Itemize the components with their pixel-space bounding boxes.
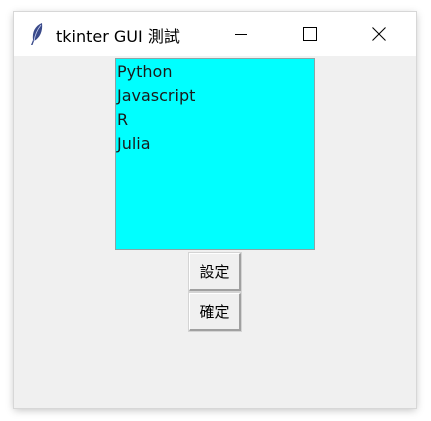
list-item[interactable]: Julia (117, 132, 314, 156)
maximize-button[interactable] (287, 12, 333, 56)
minimize-button[interactable] (218, 12, 264, 56)
minimize-icon (235, 34, 247, 35)
feather-icon (28, 22, 46, 46)
close-button[interactable] (356, 12, 402, 56)
maximize-icon (303, 27, 317, 41)
language-listbox[interactable]: Python Javascript R Julia (115, 58, 315, 250)
list-item[interactable]: R (117, 108, 314, 132)
title-bar[interactable]: tkinter GUI 測試 (14, 12, 416, 56)
app-window: tkinter GUI 測試 Python Javascript R Julia… (14, 12, 416, 408)
list-item[interactable]: Javascript (117, 84, 314, 108)
client-area: Python Javascript R Julia 設定 確定 (14, 56, 416, 408)
list-item[interactable]: Python (117, 60, 314, 84)
confirm-button[interactable]: 確定 (188, 292, 242, 332)
set-button[interactable]: 設定 (188, 252, 242, 292)
close-icon (372, 27, 386, 41)
window-title: tkinter GUI 測試 (56, 27, 180, 46)
